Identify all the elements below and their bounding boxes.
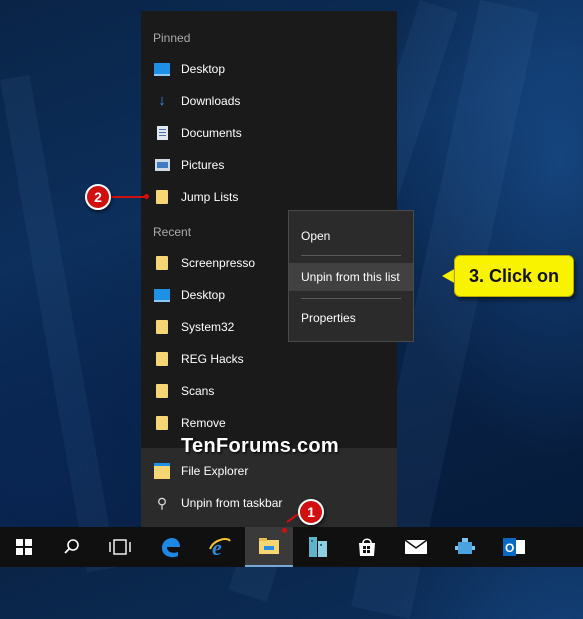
desktop-icon	[153, 61, 171, 77]
edge-icon	[162, 538, 180, 558]
context-unpin-from-list[interactable]: Unpin from this list	[289, 263, 413, 291]
internet-explorer-icon: e	[209, 535, 231, 559]
folder-icon	[153, 383, 171, 399]
edge-button[interactable]	[146, 527, 194, 567]
documents-icon	[153, 125, 171, 141]
folder-icon	[153, 189, 171, 205]
wallpaper-beam	[0, 74, 117, 573]
step-marker-2: 2	[85, 184, 111, 210]
network-app-button[interactable]	[441, 527, 489, 567]
pinned-item-documents[interactable]: Documents	[141, 117, 397, 149]
unpin-icon: ⚲	[156, 495, 168, 511]
item-label: Screenpresso	[181, 256, 256, 270]
recent-header: Recent	[153, 225, 192, 239]
pinned-item-jump-lists[interactable]: Jump Lists	[141, 181, 397, 213]
marker-2-dot	[144, 194, 149, 199]
marker-1-dot	[282, 528, 287, 533]
recent-item-reg-hacks[interactable]: REG Hacks	[141, 343, 397, 375]
recent-item-scans[interactable]: Scans	[141, 375, 397, 407]
svg-text:O: O	[505, 541, 514, 555]
task-view-icon	[109, 539, 131, 555]
context-menu: Open Unpin from this list Properties	[288, 210, 414, 342]
item-label: Unpin from taskbar	[181, 496, 283, 510]
folder-icon	[153, 415, 171, 431]
file-explorer-button[interactable]: File Explorer	[141, 455, 397, 487]
svg-text:e: e	[212, 535, 222, 559]
folder-icon	[153, 255, 171, 271]
item-label: Pictures	[181, 158, 225, 172]
step-marker-1: 1	[298, 499, 324, 525]
file-explorer-icon	[153, 463, 171, 479]
context-properties[interactable]: Properties	[289, 304, 413, 332]
store-button[interactable]	[343, 527, 391, 567]
item-label: Scans	[181, 384, 215, 398]
folder-icon	[153, 319, 171, 335]
search-button[interactable]	[48, 527, 96, 567]
item-label: System32	[181, 320, 235, 334]
start-icon	[16, 539, 32, 555]
pinned-item-downloads[interactable]: ↓ Downloads	[141, 85, 397, 117]
menu-separator	[301, 255, 401, 256]
mail-icon	[404, 539, 428, 554]
item-label: REG Hacks	[181, 352, 244, 366]
context-open[interactable]: Open	[289, 222, 413, 250]
pinned-item-desktop[interactable]: Desktop	[141, 53, 397, 85]
callout-text: 3. Click on	[454, 255, 574, 297]
desktop-icon	[153, 287, 171, 303]
unpin-from-taskbar-button[interactable]: ⚲ Unpin from taskbar	[141, 487, 397, 519]
jump-list-tasks: File Explorer ⚲ Unpin from taskbar	[141, 448, 397, 527]
item-label: File Explorer	[181, 464, 249, 478]
search-icon	[64, 539, 79, 554]
windows-accessories-icon	[309, 537, 327, 557]
item-label: Desktop	[181, 288, 226, 302]
step-3-callout: 3. Click on	[442, 255, 575, 297]
item-label: Jump Lists	[181, 190, 239, 204]
item-label: Desktop	[181, 62, 226, 76]
file-explorer-taskbar-button[interactable]	[245, 527, 293, 567]
outlook-button[interactable]: O	[490, 527, 538, 567]
mail-button[interactable]	[392, 527, 440, 567]
item-label: Remove	[181, 416, 226, 430]
store-icon	[359, 538, 375, 556]
network-icon	[455, 538, 475, 554]
pictures-icon	[153, 157, 171, 173]
start-button[interactable]	[0, 527, 48, 567]
task-view-button[interactable]	[96, 527, 144, 567]
taskbar: e O	[0, 527, 583, 567]
marker-2-line	[111, 196, 147, 198]
item-label: Documents	[181, 126, 242, 140]
folder-icon	[153, 351, 171, 367]
outlook-icon: O	[503, 538, 525, 556]
windows-accessories-button[interactable]	[294, 527, 342, 567]
menu-separator	[301, 298, 401, 299]
download-arrow-icon: ↓	[158, 92, 166, 109]
file-explorer-icon	[259, 538, 279, 554]
pinned-item-pictures[interactable]: Pictures	[141, 149, 397, 181]
watermark: TenForums.com	[181, 435, 339, 457]
internet-explorer-button[interactable]: e	[196, 527, 244, 567]
pinned-header: Pinned	[153, 31, 191, 45]
item-label: Downloads	[181, 94, 241, 108]
